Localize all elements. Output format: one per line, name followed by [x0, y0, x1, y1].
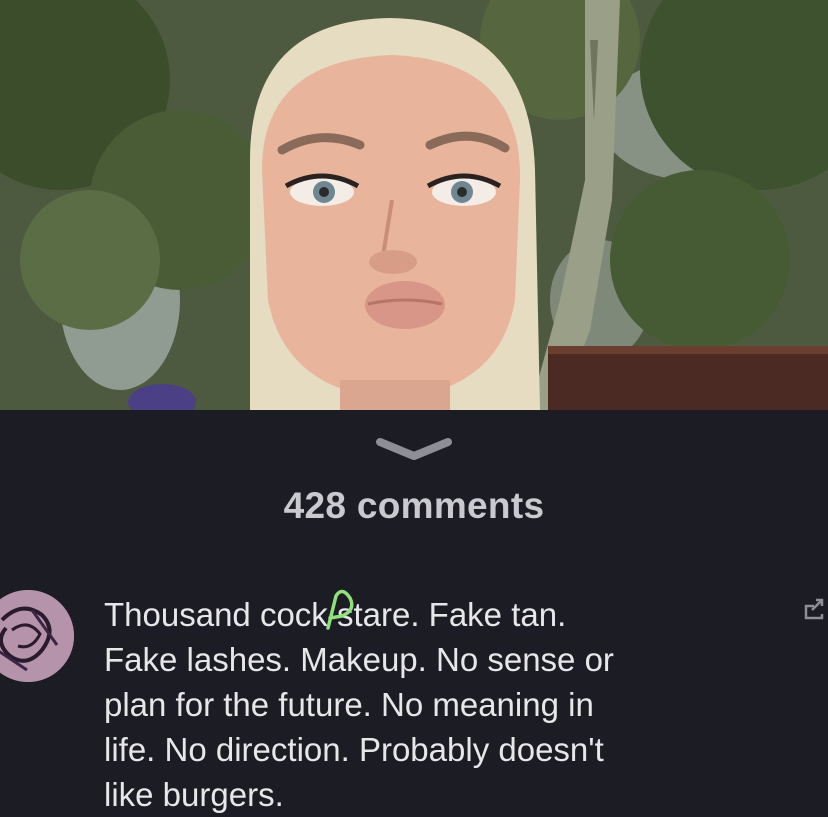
post-photo[interactable] [0, 0, 828, 410]
reply-icon[interactable] [800, 596, 828, 624]
photo-illustration [0, 0, 828, 410]
comment-text: Thousand cock stare. Fake tan. Fake lash… [104, 596, 614, 813]
chevron-down-icon[interactable] [374, 434, 454, 464]
comments-count: 428 comments [283, 485, 545, 526]
